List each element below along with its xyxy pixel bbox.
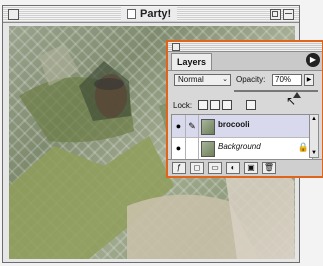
folder-button[interactable]: ▭ — [208, 162, 222, 174]
new-layer-button[interactable]: ▣ — [244, 162, 258, 174]
brush-icon — [186, 137, 199, 159]
layers-list: ● ✎ brocooli ● Background 🔒 — [171, 114, 313, 160]
opacity-dropdown-button[interactable]: ▶ — [304, 74, 314, 86]
palette-menu-icon[interactable]: ▶ — [306, 53, 320, 67]
palette-close-button[interactable] — [172, 43, 180, 51]
adjustment-layer-button[interactable]: ◐ — [226, 162, 240, 174]
layer-style-button[interactable]: ƒ — [172, 162, 186, 174]
opacity-field[interactable]: 70% — [272, 74, 302, 86]
document-close-button[interactable] — [8, 9, 19, 20]
chevron-down-icon: ⌄ — [222, 76, 228, 83]
document-title: Party! — [140, 8, 172, 20]
palette-bottombar: ƒ ◻ ▭ ◐ ▣ 🗑 — [168, 159, 322, 176]
cursor-icon: ↖ — [286, 94, 297, 108]
blend-mode-select[interactable]: Normal ⌄ — [174, 74, 231, 86]
scroll-up-icon[interactable]: ▲ — [310, 115, 318, 123]
layer-thumbnail — [201, 141, 215, 157]
opacity-slider[interactable] — [234, 90, 318, 92]
document-collapse-button[interactable] — [283, 9, 294, 20]
opacity-label: Opacity: — [236, 75, 266, 84]
layers-scrollbar[interactable]: ▲ ▼ — [309, 114, 319, 158]
palette-titlebar[interactable] — [168, 42, 322, 52]
eye-icon[interactable]: ● — [172, 137, 186, 159]
mask-button[interactable]: ◻ — [190, 162, 204, 174]
lock-position-checkbox[interactable] — [222, 100, 232, 110]
document-zoom-button[interactable] — [270, 9, 281, 20]
eye-icon[interactable]: ● — [172, 115, 186, 137]
lock-image-checkbox[interactable] — [210, 100, 220, 110]
brush-icon: ✎ — [186, 115, 199, 137]
layer-thumbnail — [201, 119, 215, 135]
scroll-down-icon[interactable]: ▼ — [310, 149, 318, 157]
delete-layer-button[interactable]: 🗑 — [262, 162, 276, 174]
opacity-value: 70% — [275, 75, 292, 84]
lock-transparency-checkbox[interactable] — [198, 100, 208, 110]
layers-palette: Layers ▶ Normal ⌄ Opacity: 70% ▶ Lock: ↖… — [166, 40, 323, 178]
layer-name: Background — [218, 142, 261, 151]
palette-tab-row: Layers ▶ — [168, 52, 322, 71]
layer-row-background[interactable]: ● Background 🔒 — [172, 137, 312, 160]
document-title-icon — [127, 9, 136, 19]
document-titlebar[interactable]: Party! — [3, 6, 299, 23]
lock-icon: 🔒 — [297, 142, 309, 152]
blend-mode-value: Normal — [178, 75, 204, 84]
layer-row-brocooli[interactable]: ● ✎ brocooli — [172, 115, 312, 138]
document-title-wrap: Party! — [121, 7, 178, 21]
layer-name: brocooli — [218, 120, 250, 129]
tab-layers[interactable]: Layers — [171, 53, 213, 70]
lock-label: Lock: — [173, 101, 193, 110]
lock-all-checkbox[interactable] — [246, 100, 256, 110]
